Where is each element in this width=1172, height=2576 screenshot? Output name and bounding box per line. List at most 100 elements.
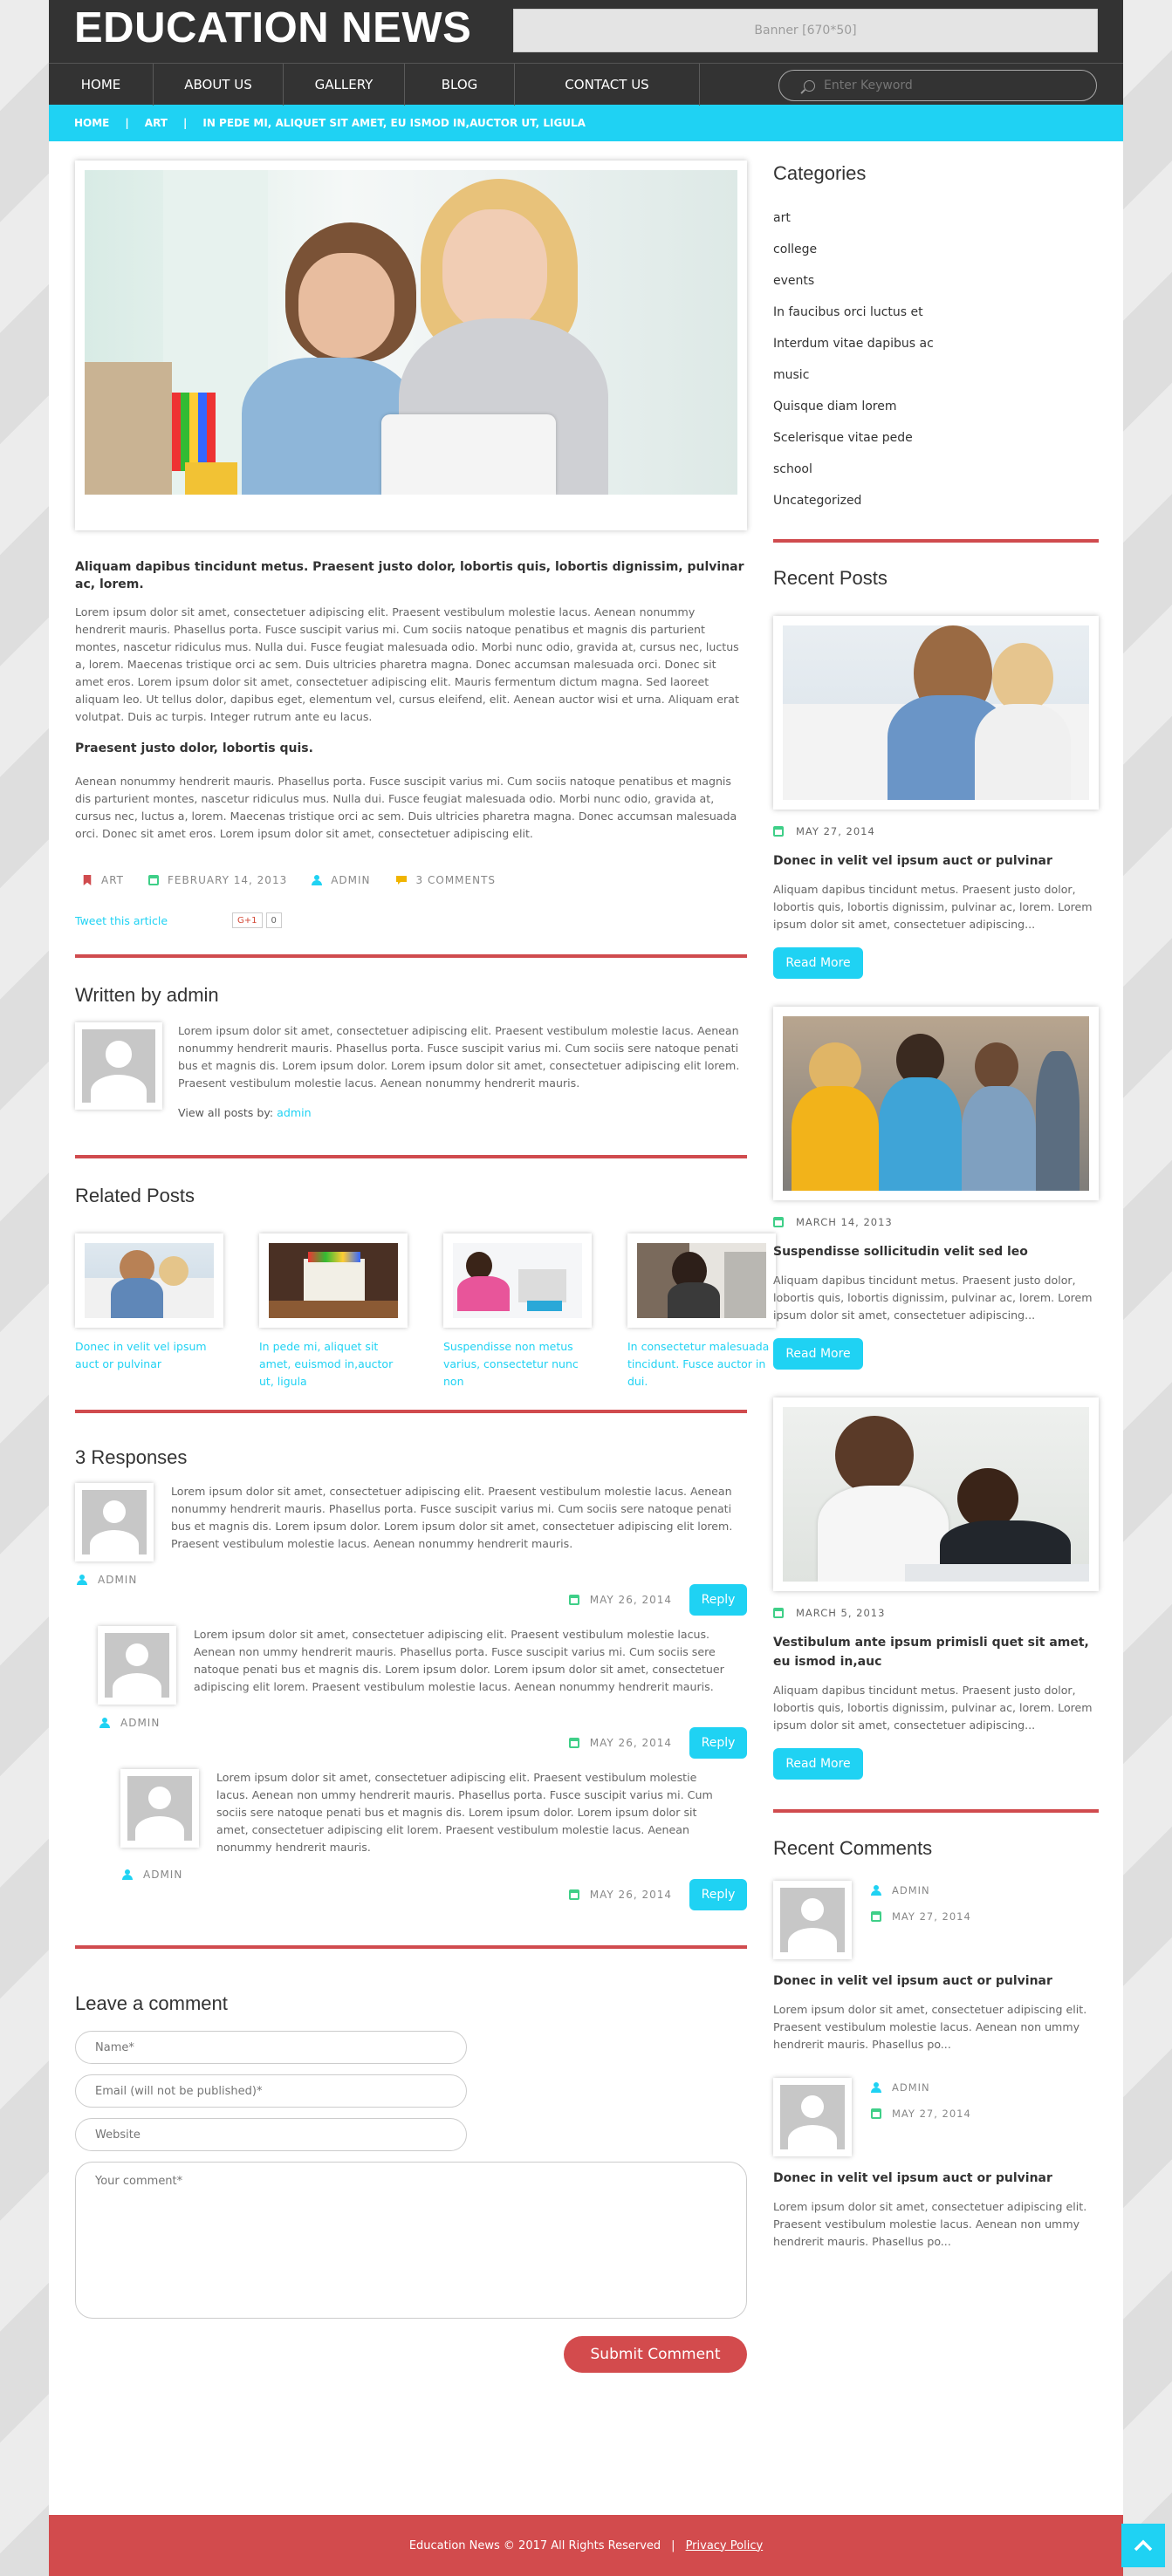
recent-post-image[interactable]: [773, 1007, 1099, 1200]
site-footer: Education News © 2017 All Rights Reserve…: [49, 2515, 1123, 2576]
nav-blog[interactable]: BLOG: [405, 64, 515, 106]
featured-photo: [85, 170, 737, 495]
author-avatar: [75, 1022, 162, 1110]
breadcrumb-separator: |: [125, 117, 129, 129]
reply-button[interactable]: Reply: [689, 1879, 747, 1910]
gplus-count: 0: [265, 912, 282, 928]
page: EDUCATION NEWS Banner [670*50] HOME ABOU…: [49, 0, 1123, 2576]
calendar-icon: [773, 1608, 784, 1618]
category-item[interactable]: In faucibus orci luctus et: [773, 297, 1099, 328]
category-item[interactable]: school: [773, 454, 1099, 485]
view-all-label: View all posts by:: [178, 1106, 274, 1119]
article-category[interactable]: ART: [101, 874, 124, 886]
comment-date: MAY 26, 2014: [589, 1737, 672, 1749]
calendar-icon: [148, 875, 160, 885]
recent-post-excerpt: Aliquam dapibus tincidunt metus. Praesen…: [773, 1274, 1093, 1322]
submit-comment-button[interactable]: Submit Comment: [564, 2336, 747, 2373]
recent-post-image[interactable]: [773, 616, 1099, 810]
nav-gallery[interactable]: GALLERY: [284, 64, 405, 106]
main-content: Aliquam dapibus tincidunt metus. Praesen…: [75, 141, 776, 2373]
tweet-link[interactable]: Tweet this article: [75, 912, 232, 930]
email-field[interactable]: [75, 2074, 467, 2108]
breadcrumb-home[interactable]: HOME: [74, 117, 109, 129]
recent-comment-post-title[interactable]: Donec in velit vel ipsum auct or pulvina…: [773, 1971, 1099, 1991]
nav-about-us[interactable]: ABOUT US: [154, 64, 284, 106]
calendar-icon: [871, 1911, 881, 1922]
related-post-card[interactable]: Donec in velit vel ipsum auct or pulvina…: [75, 1233, 223, 1390]
recent-post-date: MARCH 14, 2013: [796, 1216, 893, 1228]
section-divider: [75, 1155, 747, 1158]
comment-text: Lorem ipsum dolor sit amet, consectetuer…: [194, 1628, 724, 1693]
recent-post: MAY 27, 2014 Donec in velit vel ipsum au…: [773, 616, 1099, 979]
related-post-card[interactable]: In consectetur malesuada tincidunt. Fusc…: [627, 1233, 776, 1390]
article-paragraph: Lorem ipsum dolor sit amet, consectetuer…: [75, 605, 739, 723]
related-post-title[interactable]: In consectetur malesuada tincidunt. Fusc…: [627, 1338, 776, 1390]
gplus-widget: G+1 0: [232, 912, 282, 928]
category-item[interactable]: Interdum vitae dapibus ac: [773, 328, 1099, 359]
recent-post-excerpt: Aliquam dapibus tincidunt metus. Praesen…: [773, 1684, 1093, 1732]
site-logo[interactable]: EDUCATION NEWS: [74, 3, 471, 52]
commenter-avatar: [98, 1626, 176, 1705]
recent-comment-author[interactable]: ADMIN: [892, 2081, 930, 2094]
recent-post-title[interactable]: Suspendisse sollicitudin velit sed leo: [773, 1242, 1099, 1261]
related-posts-title: Related Posts: [75, 1185, 195, 1206]
comment-author[interactable]: ADMIN: [120, 1717, 160, 1729]
recent-post-excerpt: Aliquam dapibus tincidunt metus. Praesen…: [773, 883, 1093, 931]
calendar-icon: [773, 1217, 784, 1227]
nav-home[interactable]: HOME: [49, 64, 154, 106]
name-field[interactable]: [75, 2031, 467, 2064]
related-post-card[interactable]: Suspendisse non metus varius, consectetu…: [443, 1233, 592, 1390]
calendar-icon: [568, 1595, 579, 1605]
nav-contact-us[interactable]: CONTACT US: [515, 64, 700, 106]
gplus-button[interactable]: G+1: [232, 912, 263, 928]
banner-placeholder[interactable]: Banner [670*50]: [513, 9, 1098, 52]
comment-author[interactable]: ADMIN: [143, 1869, 182, 1881]
photo-woman-face: [442, 209, 547, 331]
photo-pencils: [172, 393, 216, 471]
author-box: Lorem ipsum dolor sit amet, consectetuer…: [75, 1022, 747, 1122]
search-input[interactable]: [824, 79, 1042, 92]
breadcrumb-category[interactable]: ART: [145, 117, 168, 129]
read-more-button[interactable]: Read More: [773, 1748, 863, 1780]
privacy-policy-link[interactable]: Privacy Policy: [686, 2539, 764, 2552]
recent-post-title[interactable]: Donec in velit vel ipsum auct or pulvina…: [773, 851, 1099, 871]
commenter-avatar: [773, 2078, 852, 2156]
comment-textarea[interactable]: [75, 2162, 747, 2319]
reply-button[interactable]: Reply: [689, 1584, 747, 1616]
category-item[interactable]: Uncategorized: [773, 485, 1099, 516]
comment: Lorem ipsum dolor sit amet, consectetuer…: [75, 1483, 747, 1616]
main-navigation: HOME ABOUT US GALLERY BLOG CONTACT US: [49, 63, 1123, 106]
calendar-icon: [568, 1889, 579, 1900]
read-more-button[interactable]: Read More: [773, 1338, 863, 1370]
recent-post-image[interactable]: [773, 1397, 1099, 1591]
article-author[interactable]: ADMIN: [331, 874, 370, 886]
category-item[interactable]: music: [773, 359, 1099, 391]
recent-comment-author[interactable]: ADMIN: [892, 1884, 930, 1896]
comment-date: MAY 26, 2014: [589, 1889, 672, 1901]
categories-title: Categories: [773, 162, 867, 184]
comment-date: MAY 26, 2014: [589, 1594, 672, 1606]
category-item[interactable]: college: [773, 234, 1099, 265]
related-post-title[interactable]: Donec in velit vel ipsum auct or pulvina…: [75, 1338, 223, 1373]
related-post-title[interactable]: Suspendisse non metus varius, consectetu…: [443, 1338, 592, 1390]
category-item[interactable]: events: [773, 265, 1099, 297]
responses-title: 3 Responses: [75, 1446, 188, 1468]
user-icon: [871, 1885, 881, 1896]
category-item[interactable]: art: [773, 202, 1099, 234]
search-box[interactable]: [778, 70, 1097, 101]
related-post-title[interactable]: In pede mi, aliquet sit amet, euismod in…: [259, 1338, 408, 1390]
related-post-card[interactable]: In pede mi, aliquet sit amet, euismod in…: [259, 1233, 408, 1390]
category-item[interactable]: Quisque diam lorem: [773, 391, 1099, 422]
recent-post-title[interactable]: Vestibulum ante ipsum primisli quet sit …: [773, 1633, 1099, 1671]
back-to-top-button[interactable]: [1121, 2524, 1165, 2567]
read-more-button[interactable]: Read More: [773, 947, 863, 979]
recent-comment-post-title[interactable]: Donec in velit vel ipsum auct or pulvina…: [773, 2169, 1099, 2188]
author-posts-link[interactable]: admin: [277, 1106, 311, 1119]
comment-author[interactable]: ADMIN: [98, 1574, 137, 1586]
comment-icon: [395, 876, 407, 885]
category-item[interactable]: Scelerisque vitae pede: [773, 422, 1099, 454]
article-lead: Aliquam dapibus tincidunt metus. Praesen…: [75, 560, 744, 591]
article-comments-count[interactable]: 3 COMMENTS: [416, 874, 497, 886]
website-field[interactable]: [75, 2118, 467, 2151]
reply-button[interactable]: Reply: [689, 1727, 747, 1759]
